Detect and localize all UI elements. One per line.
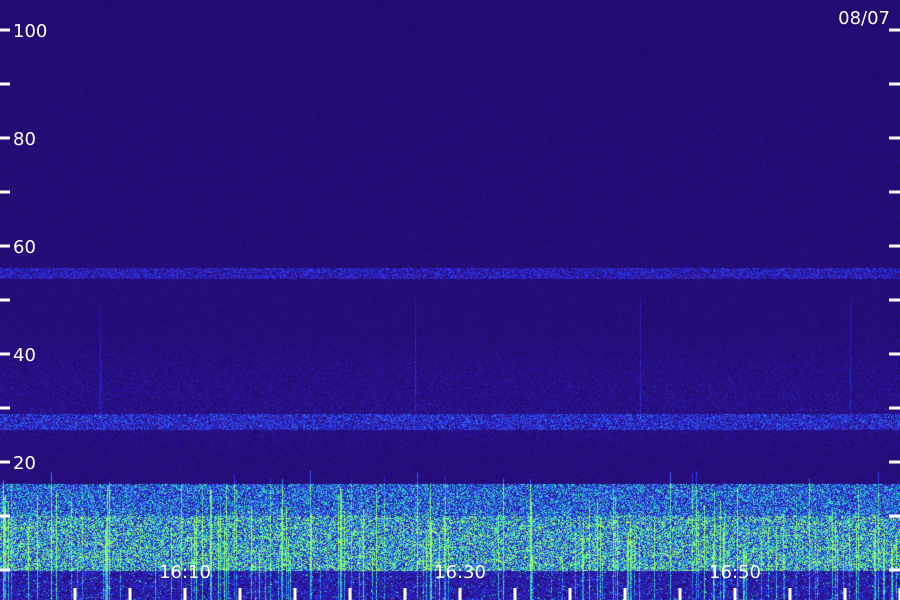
x-tick-labels: 16:10 16:30 16:50: [159, 562, 761, 583]
y-tick-labels: 20 40 60 80 100: [13, 21, 47, 474]
y-tick-label: 100: [13, 21, 47, 42]
y-tick-label: 60: [13, 237, 36, 258]
y-tick-label: 20: [13, 453, 36, 474]
axes-overlay: 20 40 60 80 100 16:10 16:30 16:50 08/07: [0, 8, 900, 600]
spectrogram-panel: 20 40 60 80 100 16:10 16:30 16:50 08/07: [0, 0, 900, 600]
y-ticks-right: [889, 28, 900, 572]
x-ticks: [73, 588, 900, 600]
date-label: 08/07: [838, 8, 890, 29]
y-ticks-left: [0, 28, 10, 572]
y-tick-label: 80: [13, 129, 36, 150]
y-tick-label: 40: [13, 345, 36, 366]
x-tick-label: 16:10: [159, 562, 211, 583]
x-tick-label: 16:50: [709, 562, 761, 583]
x-tick-label: 16:30: [434, 562, 486, 583]
